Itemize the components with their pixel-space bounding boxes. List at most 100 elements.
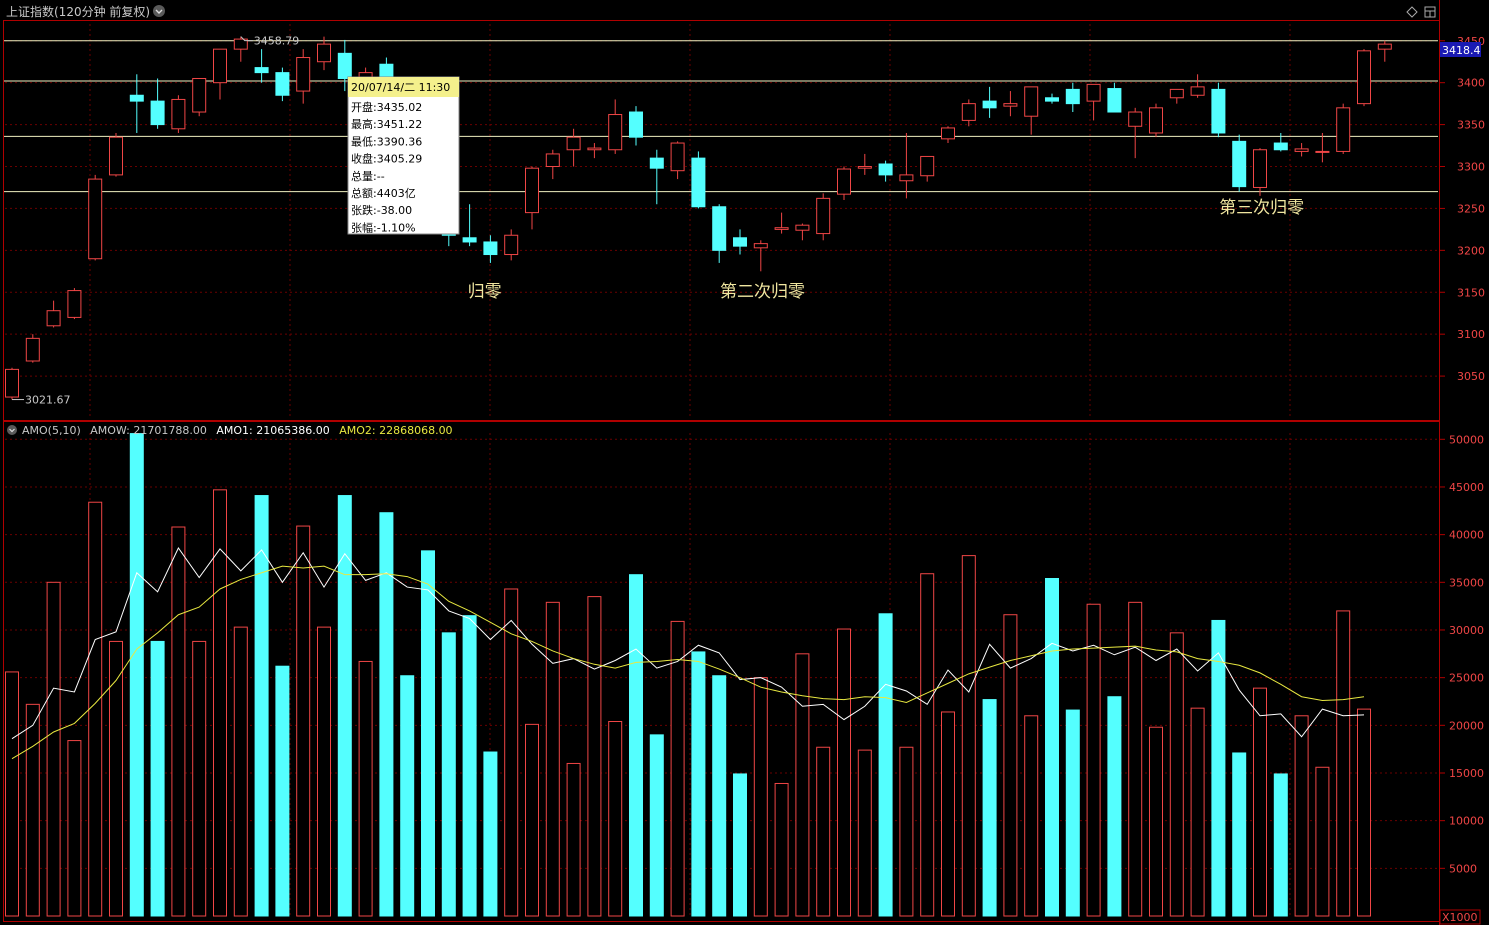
volume-bar-down [462, 615, 477, 917]
volume-bar-up [1253, 687, 1267, 917]
candle-body-up [753, 243, 768, 249]
volume-bar-up [67, 740, 82, 917]
price-tick-label: 3150 [1457, 286, 1485, 299]
volume-bar-up [233, 626, 248, 917]
volume-tick-label: 30000 [1449, 624, 1484, 637]
candle-body-down [1107, 88, 1122, 113]
volume-tick-label: 15000 [1449, 767, 1484, 780]
volume-bar-up [1169, 632, 1184, 917]
volume-bar-down [712, 675, 727, 917]
candle [1336, 103, 1351, 154]
volume-bar-up [1086, 603, 1101, 917]
volume-tick-label: 35000 [1449, 576, 1484, 589]
candle-body-up [566, 136, 581, 151]
volume-tick-label: 20000 [1449, 719, 1484, 732]
volume-bar-down [691, 651, 706, 917]
volume-chevron-icon[interactable] [7, 425, 17, 435]
tooltip-row-value: 3451.22 [377, 118, 423, 131]
tooltip-row-label: 开盘: [351, 100, 377, 114]
candle-body-down [691, 157, 706, 208]
amo2-label: AMO2: 22868068.00 [339, 424, 452, 437]
candle-body-down [150, 100, 165, 126]
volume-bar-down [982, 699, 997, 917]
candle-body-up [46, 310, 61, 327]
candle-body-down [878, 163, 893, 176]
candle [816, 193, 831, 241]
candle-body-down [733, 237, 747, 247]
candle [1357, 49, 1371, 107]
candle [192, 77, 207, 117]
volume-bar-up [1190, 707, 1205, 917]
volume-bar-down [483, 751, 498, 917]
candle-body-up [1169, 88, 1184, 99]
volume-bar-up [670, 620, 685, 917]
volume-bar-up [816, 746, 831, 917]
candle-body-up [608, 114, 623, 151]
amo-name: AMO(5,10) [22, 424, 81, 437]
volume-bar-down [878, 613, 893, 917]
volume-bar-up [317, 626, 331, 917]
annotation-label: 第三次归零 [1219, 198, 1304, 218]
tooltip-row: 张跌:-38.00 [351, 203, 412, 217]
volume-bar-up [1149, 726, 1163, 917]
volume-bar-down [441, 632, 456, 917]
candle-body-up [67, 290, 82, 318]
volume-bar-down [1107, 696, 1122, 917]
candle [171, 95, 186, 133]
candle [25, 334, 40, 363]
chevron-down-icon[interactable] [153, 5, 165, 17]
low-price-label: 3021.67 [25, 394, 71, 407]
candle [67, 288, 82, 320]
volume-bar-up [1294, 715, 1309, 917]
price-tick-label: 3350 [1457, 119, 1485, 132]
tooltip-row-label: 收盘: [351, 152, 377, 166]
candle-body-up [857, 166, 872, 169]
candle-body-up [545, 153, 560, 168]
chart-title: 上证指数(120分钟 前复权) [6, 4, 150, 19]
current-price-label: 3418.4 [1442, 44, 1481, 57]
candle-body-up [816, 197, 831, 235]
volume-bar-up [88, 501, 103, 917]
ohlc-tooltip: 20/07/14/二 11:30 开盘:3435.02最高:3451.22最低:… [347, 76, 460, 235]
tooltip-row-value: -1.10% [377, 221, 416, 234]
volume-bar-down [275, 665, 290, 917]
volume-bar-up [109, 640, 123, 917]
volume-bar-down [254, 495, 269, 917]
price-tick-label: 3050 [1457, 370, 1485, 383]
price-tick-label: 3100 [1457, 328, 1485, 341]
volume-bar-down [337, 495, 352, 917]
candle-body-up [1003, 103, 1018, 107]
volume-bar-down [629, 574, 643, 917]
candle-body-down [1065, 88, 1080, 105]
volume-bar-up [504, 588, 519, 917]
tooltip-row-label: 最高: [351, 117, 377, 131]
tooltip-row: 开盘:3435.02 [351, 100, 422, 114]
candle-body-up [1315, 150, 1330, 153]
volume-tick-label: 50000 [1449, 433, 1484, 446]
candle [1232, 134, 1247, 192]
candle-body-down [483, 241, 498, 256]
tooltip-row-value: 3405.29 [377, 153, 423, 166]
volume-bar-up [358, 660, 373, 917]
candle-body-up [1086, 83, 1101, 102]
candle [5, 367, 19, 400]
tooltip-row-value: 4403亿 [377, 187, 416, 200]
volume-tick-label: 40000 [1449, 529, 1484, 542]
annotation-label: 第二次归零 [720, 282, 805, 302]
volume-bar-down [1045, 577, 1059, 917]
volume-bar-up [1336, 610, 1351, 917]
candle-body-down [1211, 88, 1226, 134]
volume-bar-up [1024, 715, 1039, 917]
volume-bar-up [941, 711, 955, 917]
candle-body-up [774, 227, 789, 230]
tooltip-row-value: 3435.02 [377, 101, 423, 114]
candle-body-up [88, 178, 103, 260]
candle-body-up [961, 103, 976, 121]
candle-body-up [1377, 43, 1392, 50]
candle-body-up [1149, 107, 1163, 134]
candle-body-down [275, 72, 290, 96]
candle-body-down [649, 157, 664, 169]
candle-body-up [670, 142, 685, 172]
tooltip-row-value: 3390.36 [377, 135, 423, 148]
candle-body-down [462, 237, 477, 243]
